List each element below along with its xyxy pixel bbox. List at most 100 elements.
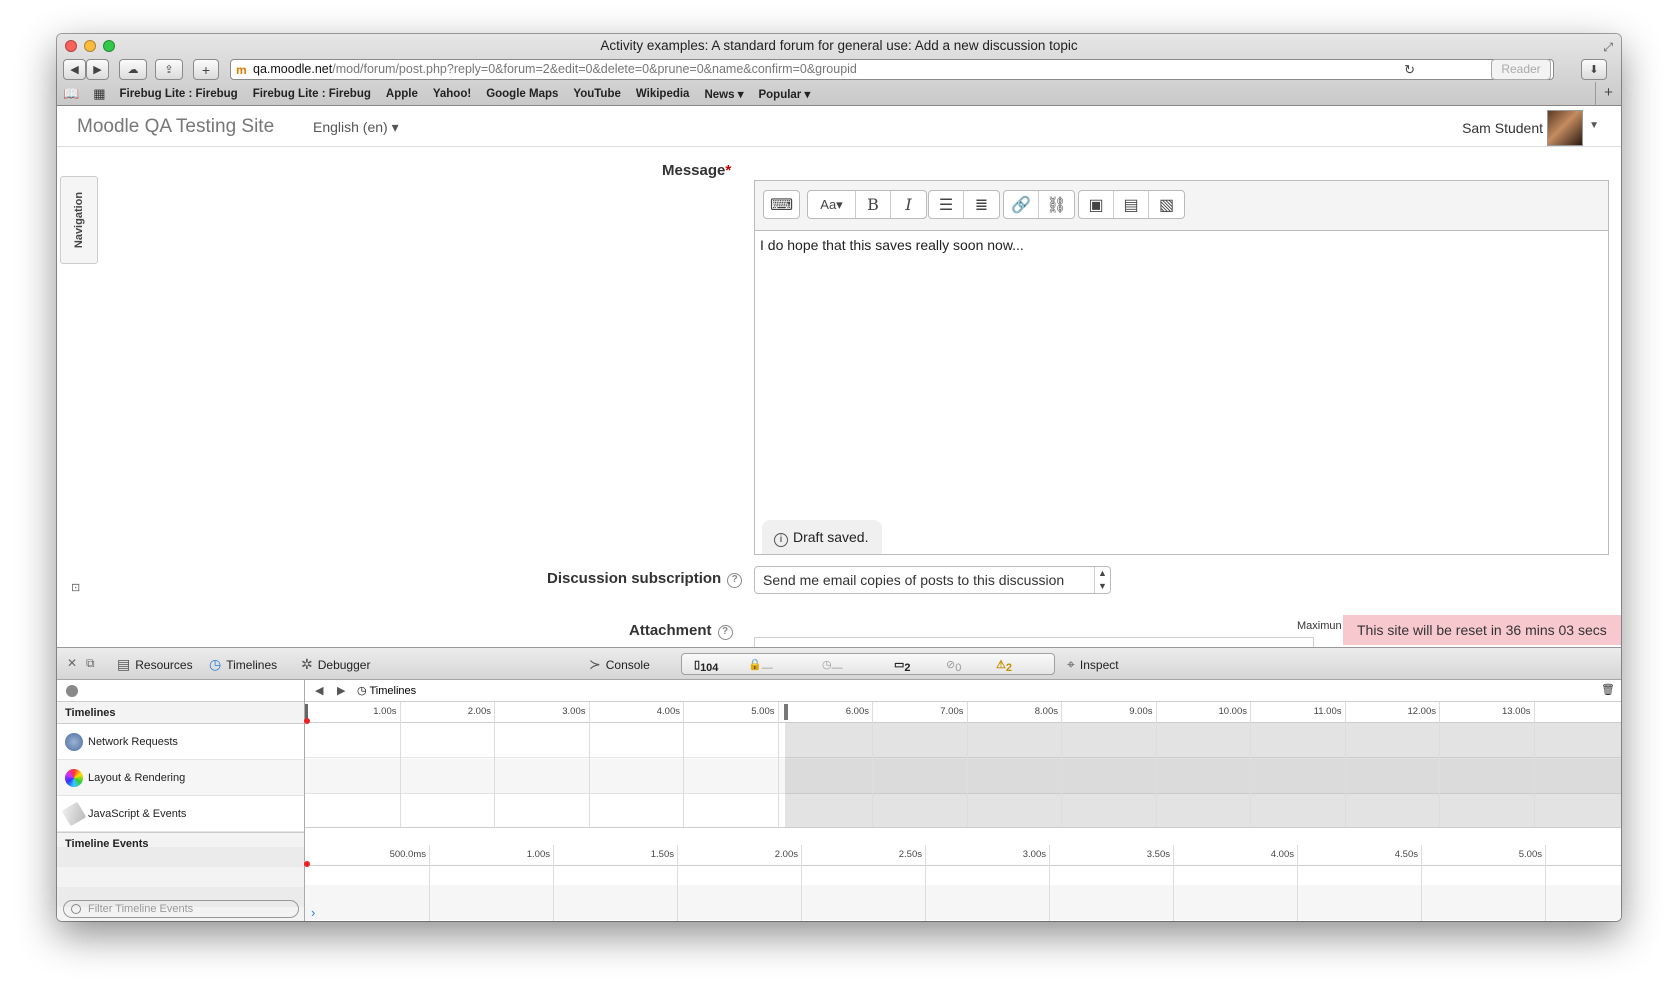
overview-graph: 1.00s 2.00s 3.00s 4.00s 5.00s 6.00s 7.00s 8.00s… xyxy=(304,702,1621,845)
timelines-sidebar: Timelines Network Requests Layout & Rend… xyxy=(57,680,305,921)
browser-toolbar: Activity examples: A standard forum for … xyxy=(57,34,1621,106)
new-tab-button[interactable]: + xyxy=(193,59,219,80)
back-button[interactable]: ◀ xyxy=(63,59,86,80)
console-prompt-icon[interactable]: › xyxy=(311,905,315,920)
bookmark-youtube[interactable]: YouTube xyxy=(573,88,620,100)
dock-icon[interactable]: ⊡ xyxy=(71,581,80,594)
site-name-link[interactable]: Moodle QA Testing Site xyxy=(77,116,274,138)
overview-tick-label: 4.00s xyxy=(656,706,680,717)
web-inspector: ✕ ⧉ ▤ Resources ◷ Timelines ✲ Debugger ≻ Con… xyxy=(57,647,1621,921)
timeline-row-network[interactable]: Network Requests xyxy=(57,724,304,760)
close-inspector-icon[interactable]: ✕ xyxy=(67,656,77,670)
reload-icon[interactable]: ↻ xyxy=(1404,60,1415,79)
user-name[interactable]: Sam Student xyxy=(1462,120,1543,136)
navigation-block-tab[interactable]: Navigation xyxy=(60,176,98,264)
network-icon xyxy=(65,732,83,751)
resource-count[interactable]: ▯ 104 xyxy=(694,658,718,674)
events-gridline xyxy=(1049,845,1050,921)
error-count[interactable]: ⊘ 0 xyxy=(946,658,961,674)
events-gridline xyxy=(553,845,554,921)
filter-icon xyxy=(71,904,81,914)
tab-resources[interactable]: ▤ Resources xyxy=(117,656,193,673)
reading-list-icon[interactable]: 📖 xyxy=(63,86,79,102)
image-icon[interactable]: ▣ xyxy=(1079,191,1114,218)
top-sites-icon[interactable]: ▦ xyxy=(93,86,105,102)
events-tick-label: 4.50s xyxy=(1394,849,1418,860)
editor-toolbar: ⌨ Aa▾ B I ☰ ≣ 🔗 ⛓ ▣ ▤ ▧ xyxy=(755,181,1608,231)
resource-count-value: 104 xyxy=(700,662,719,674)
bookmarks-bar: 📖 ▦ Firebug Lite : Firebug Firebug Lite … xyxy=(57,82,1621,106)
url-host: qa.moodle.net xyxy=(253,62,333,76)
timeline-row-layout[interactable]: Layout & Rendering xyxy=(57,760,304,796)
message-textarea[interactable]: I do hope that this saves really soon no… xyxy=(755,231,1608,259)
events-gridline xyxy=(1173,845,1174,921)
unlink-icon[interactable]: ⛓ xyxy=(1039,191,1074,218)
warning-count[interactable]: ⚠ 2 xyxy=(996,658,1012,674)
help-icon[interactable]: ? xyxy=(717,625,733,640)
overview-gridline xyxy=(683,702,684,827)
nav-back-icon[interactable]: ◀ xyxy=(315,684,323,697)
timelines-icon: ◷ xyxy=(209,656,222,672)
overview-gridline xyxy=(1439,702,1440,827)
tab-inspect[interactable]: ⌖ Inspect xyxy=(1067,656,1119,673)
bold-icon[interactable]: B xyxy=(856,191,891,218)
manage-files-icon[interactable]: ▧ xyxy=(1149,191,1184,218)
media-icon[interactable]: ▤ xyxy=(1114,191,1149,218)
overview-tick-label: 12.00s xyxy=(1407,706,1436,717)
downloads-button[interactable]: ⬇ xyxy=(1581,59,1607,80)
user-menu-caret-icon[interactable]: ▼ xyxy=(1589,120,1599,131)
message-label-text: Message xyxy=(662,162,726,179)
help-icon[interactable]: ? xyxy=(727,573,743,588)
events-gridline xyxy=(677,845,678,921)
bookmark-firebug-2[interactable]: Firebug Lite : Firebug xyxy=(253,88,371,100)
toolbar-group-1: ⌨ xyxy=(763,190,800,219)
events-tick-label: 3.50s xyxy=(1146,849,1170,860)
timeline-row-label: Layout & Rendering xyxy=(88,771,186,784)
icloud-tabs-button[interactable]: ☁ xyxy=(119,59,147,80)
filter-events-input[interactable]: Filter Timeline Events xyxy=(63,900,299,918)
record-button[interactable] xyxy=(66,685,78,697)
bookmark-yahoo[interactable]: Yahoo! xyxy=(433,88,471,100)
show-more-buttons-icon[interactable]: ⌨ xyxy=(764,191,799,218)
bookmark-firebug-1[interactable]: Firebug Lite : Firebug xyxy=(119,88,237,100)
attachment-label: Attachment? xyxy=(629,622,733,640)
bookmark-apple[interactable]: Apple xyxy=(386,88,418,100)
tab-console[interactable]: ≻ Console xyxy=(589,656,650,673)
nav-forward-icon[interactable]: ▶ xyxy=(337,684,345,697)
bookmark-news-menu[interactable]: News ▾ xyxy=(704,87,743,101)
timeline-row-javascript[interactable]: JavaScript & Events xyxy=(57,796,304,832)
tab-debugger[interactable]: ✲ Debugger xyxy=(301,656,370,673)
paragraph-style-icon[interactable]: Aa▾ xyxy=(808,191,856,218)
share-button[interactable]: ⇪ xyxy=(155,59,183,80)
log-count[interactable]: ▭ 2 xyxy=(894,658,911,674)
fullscreen-icon[interactable]: ⤢ xyxy=(1603,40,1613,55)
selection-handle-right[interactable] xyxy=(784,704,788,720)
toolbar-group-5: ▣ ▤ ▧ xyxy=(1078,190,1185,219)
forward-button[interactable]: ▶ xyxy=(86,59,109,80)
trash-icon[interactable]: 🗑 xyxy=(1601,683,1615,696)
layout-rendering-icon xyxy=(65,768,83,787)
toolbar-group-2: Aa▾ B I xyxy=(807,190,927,219)
tab-inspect-label: Inspect xyxy=(1079,657,1119,672)
tab-timelines[interactable]: ◷ Timelines xyxy=(209,656,277,673)
avatar[interactable] xyxy=(1547,110,1583,146)
events-ruler xyxy=(305,845,1621,866)
bookmark-popular-menu[interactable]: Popular ▾ xyxy=(758,87,810,101)
events-tick-label: 4.00s xyxy=(1270,849,1294,860)
ordered-list-icon[interactable]: ≣ xyxy=(964,191,999,218)
address-bar[interactable]: m qa.moodle.net/mod/forum/post.php?reply… xyxy=(230,59,1554,80)
reader-button[interactable]: Reader xyxy=(1491,59,1551,80)
language-menu[interactable]: English (en) ▾ xyxy=(313,119,399,136)
unordered-list-icon[interactable]: ☰ xyxy=(929,191,964,218)
add-tab-icon[interactable]: + xyxy=(1595,82,1621,106)
bookmark-wikipedia[interactable]: Wikipedia xyxy=(636,88,690,100)
bookmark-google-maps[interactable]: Google Maps xyxy=(486,88,558,100)
overview-tick-label: 5.00s xyxy=(751,706,775,717)
moodle-favicon-icon: m xyxy=(236,63,247,77)
detach-inspector-icon[interactable]: ⧉ xyxy=(86,656,95,671)
italic-icon[interactable]: I xyxy=(891,191,926,218)
overview-gridline xyxy=(588,702,590,827)
link-icon[interactable]: 🔗 xyxy=(1004,191,1039,218)
subscription-select[interactable]: Send me email copies of posts to this di… xyxy=(754,566,1111,594)
attachment-filepicker[interactable] xyxy=(754,637,1314,647)
